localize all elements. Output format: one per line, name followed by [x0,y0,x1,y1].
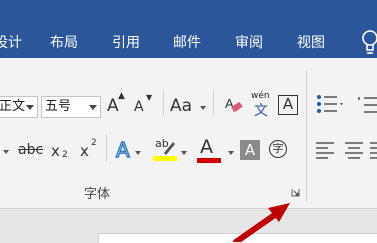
phonetic-char: 文 [254,103,268,119]
phonetic-guide-button[interactable]: wén 文 [251,91,273,119]
separator [213,90,214,116]
strikethrough-button[interactable]: abc [18,142,43,158]
subscript-digit: 2 [62,150,68,160]
subscript-base: x [51,142,60,160]
tab-layout[interactable]: 布局 [50,32,78,52]
align-center-icon[interactable] [345,140,363,160]
font-name-value: 正文 [0,99,26,114]
dialog-launcher-icon[interactable] [291,188,300,197]
font-size-value: 五号 [45,99,72,114]
separator [106,134,107,162]
ribbon-tab-bar: 设计 布局 引用 邮件 审阅 视图 [0,0,377,58]
text-highlight-button[interactable]: ab [153,137,179,163]
enclose-characters-button[interactable]: 字 [269,140,287,158]
chevron-down-icon[interactable] [228,151,234,155]
numbering-icon[interactable] [356,93,377,117]
clear-formatting-icon[interactable]: A [224,95,244,115]
chevron-down-icon[interactable] [181,151,187,155]
ribbon-font-group [0,58,377,208]
subscript-button[interactable]: x 2 [51,140,73,162]
tab-design[interactable]: 设计 [0,32,22,52]
font-size-combobox[interactable]: 五号 [41,96,101,118]
text-effects-button[interactable]: A [115,137,130,162]
chevron-down-icon[interactable] [3,150,9,154]
font-name-combobox[interactable]: 正文 [0,96,38,118]
highlighter-pen-icon [164,142,175,155]
character-shading-button[interactable]: A [240,140,260,160]
bullets-icon[interactable] [315,93,345,117]
chevron-down-icon[interactable] [135,151,141,155]
grow-arrow-icon: ▲ [118,91,125,101]
shrink-arrow-icon: ▼ [146,93,153,102]
align-right-icon[interactable] [370,140,377,160]
separator [163,90,164,116]
tab-view[interactable]: 视图 [297,32,325,52]
chevron-down-icon[interactable] [89,105,97,110]
highlight-color-bar [153,156,177,161]
chevron-down-icon[interactable] [26,105,34,110]
font-group-label: 字体 [84,187,111,202]
font-color-button[interactable]: A [197,136,223,164]
tab-references[interactable]: 引用 [112,32,140,52]
chevron-down-icon[interactable] [200,106,206,110]
superscript-button[interactable]: x 2 [80,138,102,160]
shrink-font-button[interactable]: A [134,99,144,115]
tab-review[interactable]: 审阅 [235,32,263,52]
grow-font-button[interactable]: A [107,96,119,116]
font-color-bar [197,158,221,163]
lightbulb-icon[interactable] [358,26,377,58]
superscript-digit: 2 [91,138,97,148]
align-left-icon[interactable] [316,140,334,160]
group-divider [306,70,307,202]
superscript-base: x [80,142,89,160]
font-color-letter: A [200,136,213,158]
tab-mailings[interactable]: 邮件 [173,32,201,52]
change-case-button[interactable]: Aa [170,96,192,116]
character-border-button[interactable]: A [278,95,298,115]
